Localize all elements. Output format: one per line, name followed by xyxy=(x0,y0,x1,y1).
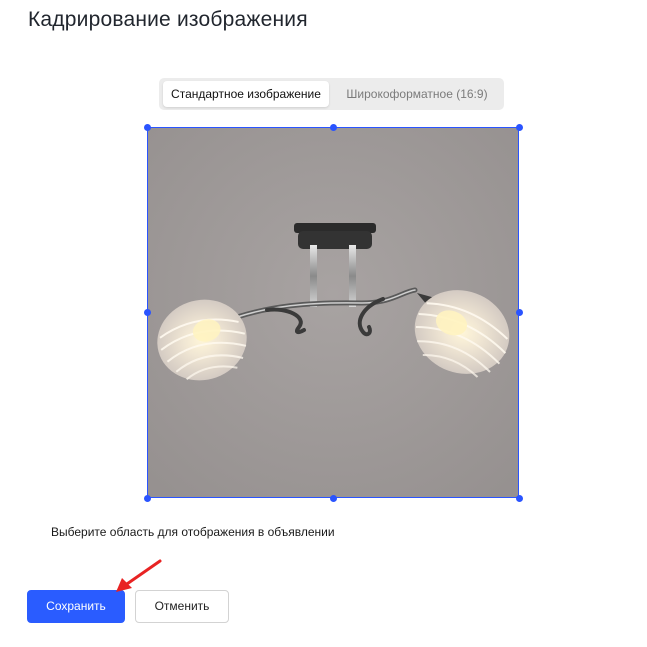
crop-handle-top-left[interactable] xyxy=(143,123,151,131)
crop-handle-right[interactable] xyxy=(515,308,523,316)
crop-hint-text: Выберите область для отображения в объяв… xyxy=(51,525,335,539)
cancel-button[interactable]: Отменить xyxy=(135,590,229,623)
dialog-title: Кадрирование изображения xyxy=(28,8,308,31)
crop-handle-bottom[interactable] xyxy=(329,494,337,502)
crop-handle-top-right[interactable] xyxy=(515,123,523,131)
red-arrow-annotation-icon xyxy=(116,559,162,592)
crop-handle-bottom-left[interactable] xyxy=(143,494,151,502)
crop-frame[interactable] xyxy=(147,127,519,498)
crop-handle-bottom-right[interactable] xyxy=(515,494,523,502)
standard-image-option[interactable]: Стандартное изображение xyxy=(163,81,329,107)
aspect-ratio-toggle: Стандартное изображение Широкоформатное … xyxy=(159,78,504,110)
save-button[interactable]: Сохранить xyxy=(27,590,125,623)
crop-area[interactable] xyxy=(143,123,523,502)
widescreen-option[interactable]: Широкоформатное (16:9) xyxy=(333,81,501,107)
crop-handle-left[interactable] xyxy=(143,308,151,316)
crop-handle-top[interactable] xyxy=(329,123,337,131)
